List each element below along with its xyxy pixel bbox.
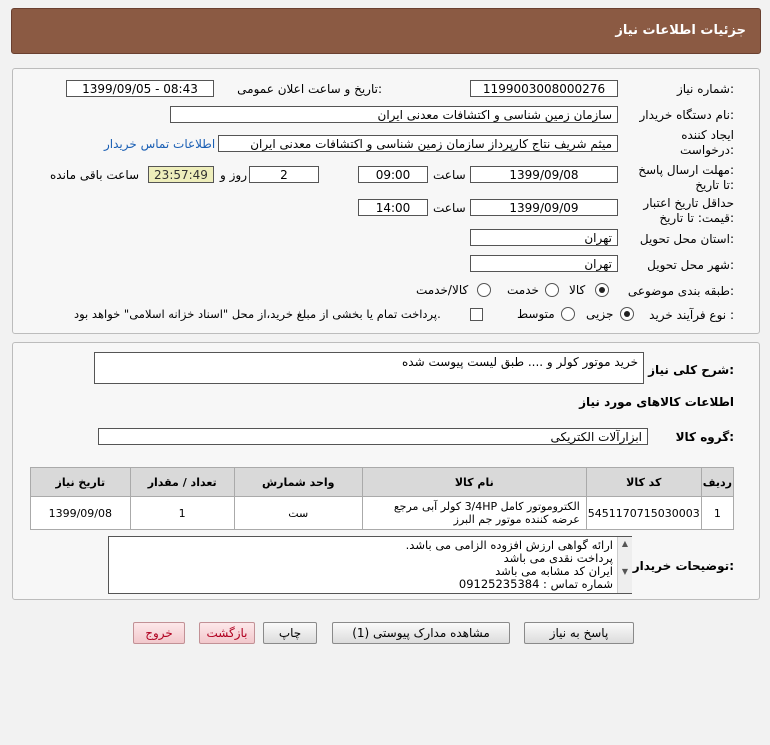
col-unit: واحد شمارش (233, 467, 363, 497)
payment-note: پرداخت تمام یا بخشی از مبلغ خرید،از محل … (74, 307, 441, 321)
category-option-service: خدمت (507, 283, 539, 297)
back-button[interactable]: بازگشت (199, 622, 255, 644)
contact-buyer-link[interactable]: اطلاعات تماس خریدار (104, 137, 215, 151)
cell-row: 1 (700, 496, 735, 530)
need-number-label: شماره نیاز: (676, 82, 734, 96)
cell-qty: 1 (129, 496, 235, 530)
cell-name: الکتروموتور کامل 3/4HP کولر آبی مرجع عرض… (361, 496, 587, 530)
goods-info-title: اطلاعات کالاهای مورد نیاز (579, 395, 734, 409)
creator-label-1: ایجاد کننده (681, 128, 734, 142)
goods-group-field: ابزارآلات الکتریکی (98, 428, 648, 445)
need-number-field: 1199003008000276 (470, 80, 618, 97)
category-radio-service[interactable] (545, 283, 559, 297)
description-label: شرح کلی نیاز: (648, 363, 734, 377)
creator-field: میثم شریف نتاج کارپرداز سازمان زمین شناس… (218, 135, 618, 152)
city-field: تهران (470, 255, 618, 272)
process-radio-medium[interactable] (561, 307, 575, 321)
process-option-medium: متوسط (517, 307, 555, 321)
buyer-notes-label: توضیحات خریدار: (632, 559, 734, 573)
description-field: خرید موتور کولر و .... طبق لیست پیوست شد… (94, 352, 644, 384)
reply-time-label: ساعت (433, 168, 466, 182)
buyer-org-field: سازمان زمین شناسی و اکتشافات معدنی ایران (170, 106, 618, 123)
page-header: جزئیات اطلاعات نیاز (11, 8, 761, 54)
col-name: نام کالا (361, 467, 587, 497)
table-header-row: ردیف کد کالا نام کالا واحد شمارش تعداد /… (30, 467, 735, 497)
scroll-down-arrow-icon[interactable]: ▼ (618, 565, 632, 579)
process-option-minor: جزیی (586, 307, 614, 321)
reply-button[interactable]: پاسخ به نیاز (524, 622, 634, 644)
category-option-goods-service: کالا/خدمت (416, 283, 469, 297)
goods-group-label: گروه کالا: (675, 430, 734, 444)
province-label: استان محل تحویل: (639, 232, 734, 246)
remaining-label: ساعت باقی مانده (50, 168, 140, 182)
exit-button[interactable]: خروج (133, 622, 185, 644)
creator-label-2: درخواست: (680, 143, 734, 157)
buyer-notes-box[interactable]: ارائه گواهی ارزش افزوده الزامی می باشد. … (108, 536, 632, 594)
days-field: 2 (249, 166, 319, 183)
cell-code: 5451170715030003 (585, 496, 702, 530)
validity-label-1: حداقل تاریخ اعتبار (643, 196, 734, 210)
days-label: روز و (220, 168, 247, 182)
process-label: نوع فرآیند خرید : (649, 308, 734, 322)
province-field: تهران (470, 229, 618, 246)
reply-deadline-label-2: تا تاریخ: (695, 178, 734, 192)
validity-time-field: 14:00 (358, 199, 428, 216)
note-line: شماره تماس : 09125235384 (458, 577, 613, 591)
cell-date: 1399/09/08 (30, 496, 131, 530)
col-date: تاریخ نیاز (30, 467, 131, 497)
announce-field: 1399/09/05 - 08:43 (66, 80, 214, 97)
col-row: ردیف (700, 467, 735, 497)
remaining-time-field: 23:57:49 (148, 166, 214, 183)
col-qty: تعداد / مقدار (129, 467, 235, 497)
page-title: جزئیات اطلاعات نیاز (615, 23, 746, 38)
process-radio-minor[interactable] (620, 307, 634, 321)
print-button[interactable]: چاپ (263, 622, 317, 644)
category-label: طبقه بندی موضوعی: (627, 284, 734, 298)
reply-time-field: 09:00 (358, 166, 428, 183)
announce-label: تاریخ و ساعت اعلان عمومی: (237, 82, 382, 96)
reply-deadline-label-1: مهلت ارسال پاسخ: (638, 163, 734, 177)
validity-time-label: ساعت (433, 201, 466, 215)
table-row: 1 5451170715030003 الکتروموتور کامل 3/4H… (30, 496, 735, 530)
category-radio-goods[interactable] (595, 283, 609, 297)
category-radio-goods-service[interactable] (477, 283, 491, 297)
buyer-org-label: نام دستگاه خریدار: (639, 108, 735, 122)
category-option-goods: کالا (569, 283, 586, 297)
view-attachments-button[interactable]: مشاهده مدارک پیوستی (1) (332, 622, 510, 644)
validity-label-2: قیمت: تا تاریخ: (659, 211, 734, 225)
scroll-up-arrow-icon[interactable]: ▲ (618, 537, 632, 551)
col-code: کد کالا (585, 467, 702, 497)
goods-table: ردیف کد کالا نام کالا واحد شمارش تعداد /… (30, 467, 735, 530)
notes-scrollbar[interactable]: ▲ ▼ (617, 537, 632, 593)
treasury-checkbox[interactable] (470, 308, 483, 321)
city-label: شهر محل تحویل: (647, 258, 734, 272)
cell-unit: ست (233, 496, 363, 530)
reply-date-field: 1399/09/08 (470, 166, 618, 183)
validity-date-field: 1399/09/09 (470, 199, 618, 216)
